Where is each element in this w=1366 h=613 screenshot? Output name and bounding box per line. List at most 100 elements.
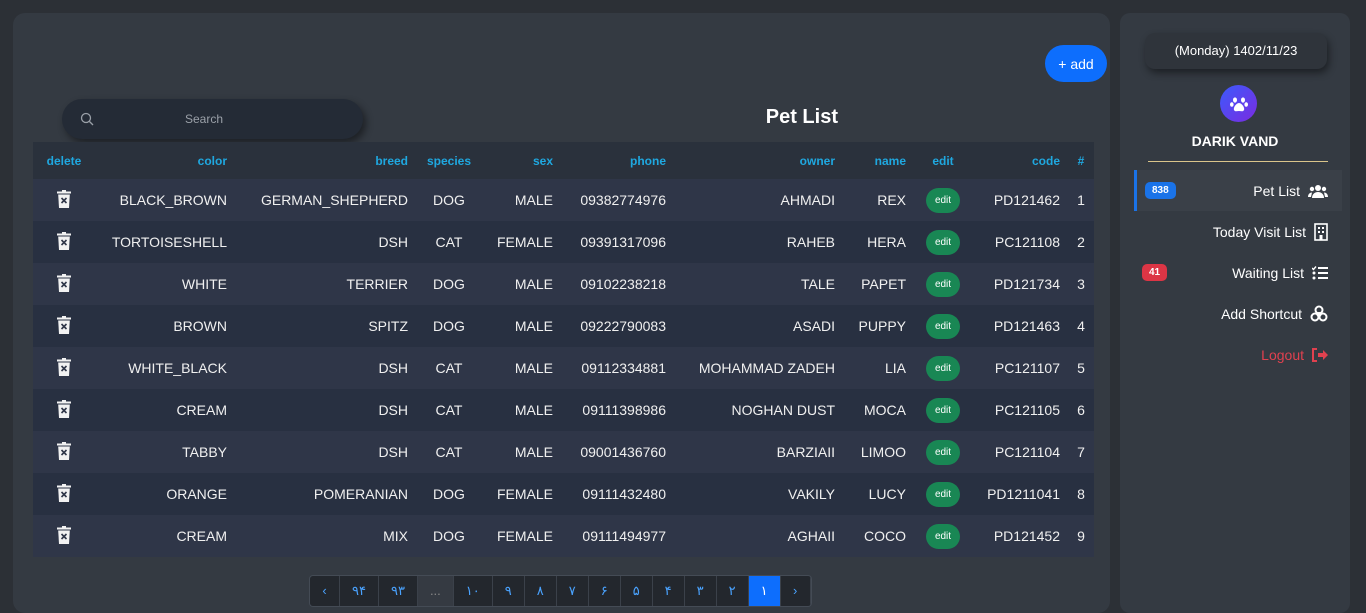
cell-number: 5 bbox=[1068, 347, 1094, 389]
page-button[interactable]: ۴ bbox=[652, 576, 685, 606]
edit-button[interactable]: edit bbox=[926, 397, 960, 423]
trash-icon[interactable] bbox=[57, 483, 71, 502]
trash-icon[interactable] bbox=[57, 189, 71, 208]
page-button[interactable]: ۱۰ bbox=[453, 576, 493, 606]
page-button[interactable]: ۷ bbox=[556, 576, 589, 606]
cell-phone: 09111398986 bbox=[561, 389, 674, 431]
edit-button[interactable]: edit bbox=[926, 481, 960, 507]
trash-icon[interactable] bbox=[57, 315, 71, 334]
cell-name: LIA bbox=[843, 347, 914, 389]
sidebar-item-add-shortcut[interactable]: Add Shortcut bbox=[1134, 293, 1342, 334]
edit-cell: edit bbox=[914, 515, 972, 557]
add-button[interactable]: + add bbox=[1045, 45, 1107, 82]
biohazard-icon bbox=[1310, 305, 1328, 323]
search-box[interactable] bbox=[62, 99, 363, 139]
cell-sex: MALE bbox=[482, 431, 561, 473]
cell-species: DOG bbox=[416, 263, 482, 305]
column-header-species: species bbox=[416, 142, 482, 179]
cell-phone: 09111432480 bbox=[561, 473, 674, 515]
sidebar-item-logout[interactable]: Logout bbox=[1134, 334, 1342, 375]
paw-logo bbox=[1220, 85, 1257, 122]
cell-number: 9 bbox=[1068, 515, 1094, 557]
cell-color: WHITE_BLACK bbox=[95, 347, 235, 389]
cell-code: PC121107 bbox=[972, 347, 1068, 389]
cell-species: DOG bbox=[416, 305, 482, 347]
logout-icon bbox=[1312, 347, 1328, 362]
table-row: BROWN SPITZ DOG MALE 09222790083 ASADI PUPPY ed… bbox=[33, 305, 1094, 347]
table-row: ORANGE POMERANIAN DOG FEMALE 09111432480 VAKI… bbox=[33, 473, 1094, 515]
cell-number: 1 bbox=[1068, 179, 1094, 221]
page-button[interactable]: ۹ bbox=[492, 576, 525, 606]
cell-sex: MALE bbox=[482, 305, 561, 347]
sidebar-item-label: Waiting List bbox=[1232, 264, 1304, 281]
edit-button[interactable]: edit bbox=[926, 439, 960, 465]
sidebar-item-today-visit-list[interactable]: Today Visit List bbox=[1134, 211, 1342, 252]
cell-phone: 09102238218 bbox=[561, 263, 674, 305]
edit-button[interactable]: edit bbox=[926, 271, 960, 297]
cell-species: DOG bbox=[416, 179, 482, 221]
date-display: (Monday) 1402/11/23 bbox=[1145, 33, 1327, 69]
search-input[interactable] bbox=[94, 112, 314, 126]
trash-icon[interactable] bbox=[57, 399, 71, 418]
edit-cell: edit bbox=[914, 179, 972, 221]
cell-name: PAPET bbox=[843, 263, 914, 305]
page-button[interactable]: ۱ bbox=[748, 576, 781, 606]
table-row: WHITE_BLACK DSH CAT MALE 09112334881 MOHAMMAD… bbox=[33, 347, 1094, 389]
page-button[interactable]: ۸ bbox=[524, 576, 557, 606]
page-button[interactable]: ۶ bbox=[588, 576, 621, 606]
page-button[interactable]: ۲ bbox=[716, 576, 749, 606]
trash-icon[interactable] bbox=[57, 525, 71, 544]
table-row: TABBY DSH CAT MALE 09001436760 BARZIAII LIMOO e… bbox=[33, 431, 1094, 473]
column-header-code: code bbox=[972, 142, 1068, 179]
trash-icon[interactable] bbox=[57, 357, 71, 376]
cell-owner: VAKILY bbox=[674, 473, 843, 515]
sidebar-item-label: Logout bbox=[1261, 346, 1304, 363]
page-button[interactable]: ۵ bbox=[620, 576, 653, 606]
edit-button[interactable]: edit bbox=[926, 355, 960, 381]
sidebar-item-label: Pet List bbox=[1253, 182, 1300, 199]
column-header-sex: sex bbox=[482, 142, 561, 179]
paw-icon bbox=[1229, 96, 1248, 111]
cell-color: TABBY bbox=[95, 431, 235, 473]
cell-sex: MALE bbox=[482, 389, 561, 431]
edit-button[interactable]: edit bbox=[926, 187, 960, 213]
cell-breed: MIX bbox=[235, 515, 416, 557]
delete-cell bbox=[33, 347, 95, 389]
sidebar-item-label: Add Shortcut bbox=[1221, 305, 1302, 322]
prev-page-button[interactable]: ‹ bbox=[310, 576, 340, 606]
trash-icon[interactable] bbox=[57, 273, 71, 292]
edit-button[interactable]: edit bbox=[926, 229, 960, 255]
cell-breed: SPITZ bbox=[235, 305, 416, 347]
users-icon bbox=[1308, 184, 1328, 198]
cell-code: PD1211041 bbox=[972, 473, 1068, 515]
cell-name: REX bbox=[843, 179, 914, 221]
sidebar-item-pet-list[interactable]: 838 Pet List bbox=[1134, 170, 1342, 211]
delete-cell bbox=[33, 515, 95, 557]
trash-icon[interactable] bbox=[57, 231, 71, 250]
page-button[interactable]: ۹۳ bbox=[378, 576, 418, 606]
cell-sex: MALE bbox=[482, 179, 561, 221]
edit-cell: edit bbox=[914, 221, 972, 263]
page-button[interactable]: ۳ bbox=[684, 576, 717, 606]
edit-button[interactable]: edit bbox=[926, 523, 960, 549]
cell-code: PD121452 bbox=[972, 515, 1068, 557]
delete-cell bbox=[33, 389, 95, 431]
cell-name: COCO bbox=[843, 515, 914, 557]
cell-number: 2 bbox=[1068, 221, 1094, 263]
table-row: CREAM DSH CAT MALE 09111398986 NOGHAN DUST MOC… bbox=[33, 389, 1094, 431]
sidebar-item-waiting-list[interactable]: 41 Waiting List bbox=[1134, 252, 1342, 293]
cell-breed: POMERANIAN bbox=[235, 473, 416, 515]
cell-color: TORTOISESHELL bbox=[95, 221, 235, 263]
cell-sex: FEMALE bbox=[482, 515, 561, 557]
page-button[interactable]: ۹۴ bbox=[340, 576, 379, 606]
cell-number: 3 bbox=[1068, 263, 1094, 305]
next-page-button[interactable]: › bbox=[780, 576, 811, 606]
cell-name: MOCA bbox=[843, 389, 914, 431]
edit-button[interactable]: edit bbox=[926, 313, 960, 339]
table-row: WHITE TERRIER DOG MALE 09102238218 TALE PAPET e… bbox=[33, 263, 1094, 305]
cell-number: 7 bbox=[1068, 431, 1094, 473]
cell-color: CREAM bbox=[95, 515, 235, 557]
cell-sex: FEMALE bbox=[482, 221, 561, 263]
trash-icon[interactable] bbox=[57, 441, 71, 460]
column-header-number: # bbox=[1068, 142, 1094, 179]
